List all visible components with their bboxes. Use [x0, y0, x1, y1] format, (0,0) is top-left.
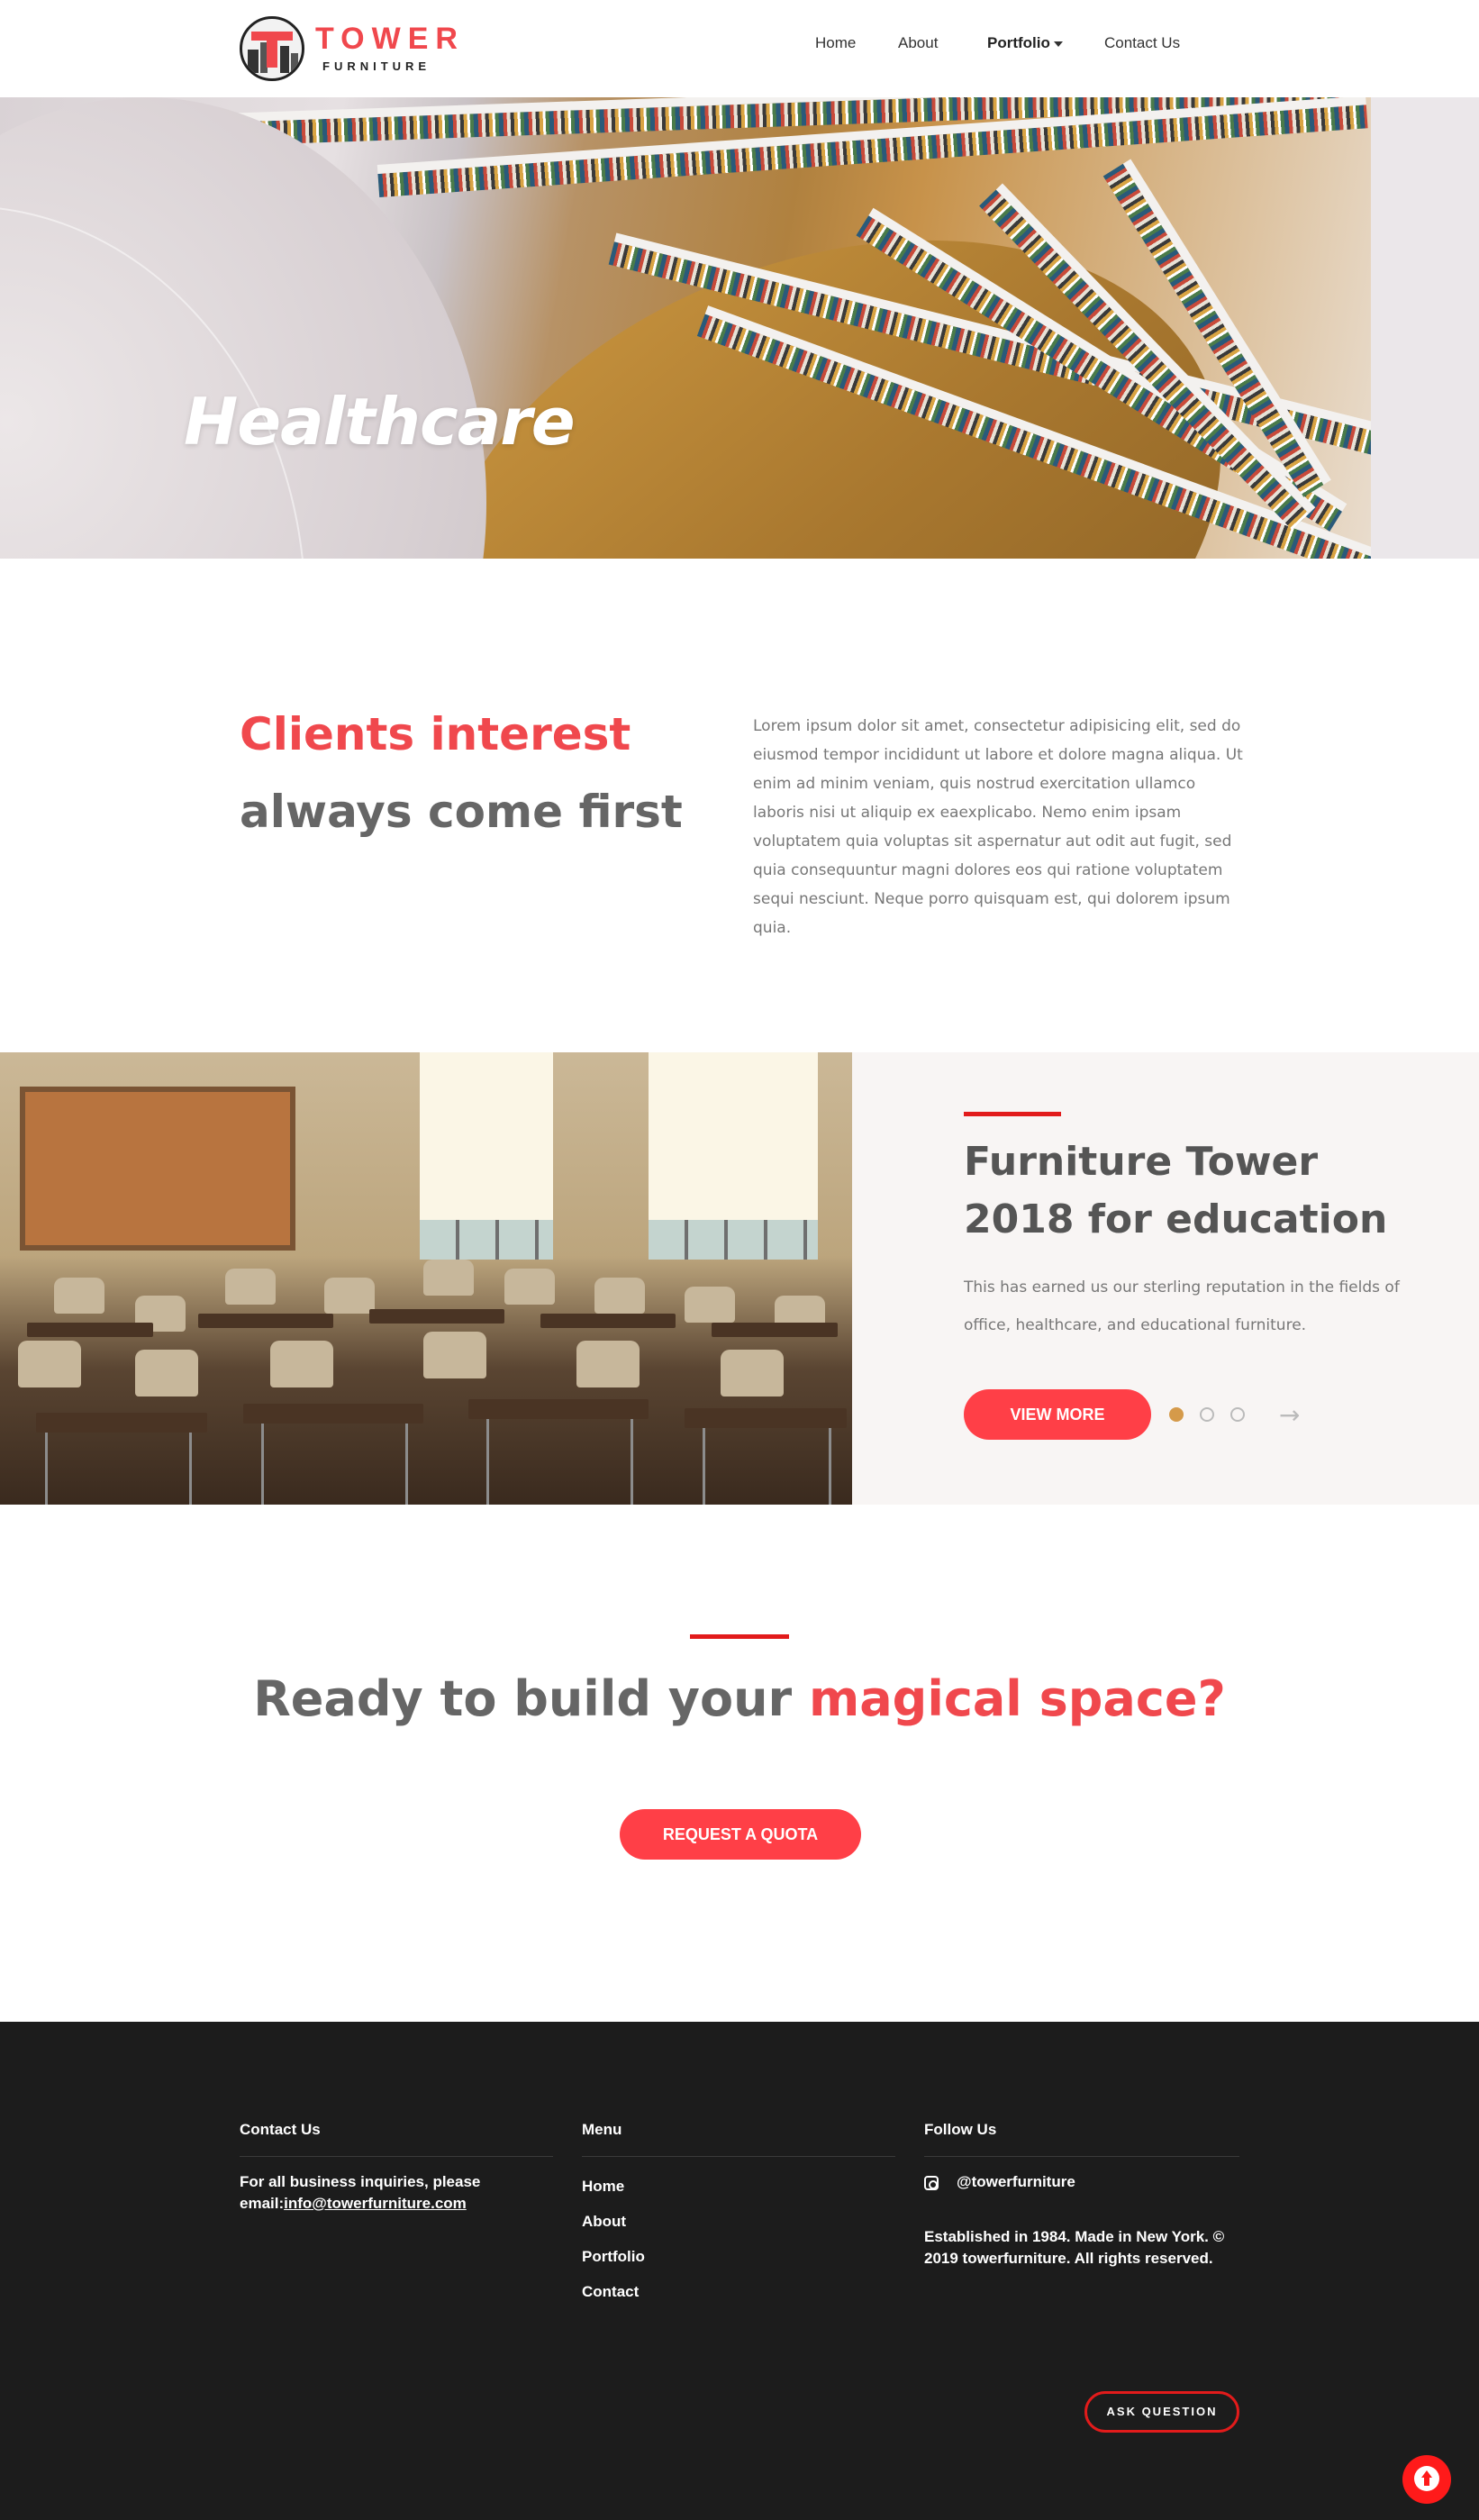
navbar: TOWER FURNITURE Home About Portfolio Con… — [0, 0, 1479, 97]
intro-paragraph: Lorem ipsum dolor sit amet, consectetur … — [753, 717, 1243, 937]
view-more-button[interactable]: VIEW MORE — [964, 1389, 1151, 1440]
hero-title: Healthcare — [184, 384, 576, 459]
footer-menu-contact[interactable]: Contact — [582, 2283, 639, 2301]
education-description: This has earned us our sterling reputati… — [964, 1278, 1400, 1334]
footer-divider — [924, 2156, 1239, 2157]
footer — [0, 2022, 1479, 2520]
bulletin-board — [20, 1087, 295, 1251]
ask-question-button[interactable]: ASK QUESTION — [1084, 2391, 1239, 2433]
cta-title: Ready to build your magical space? — [0, 1670, 1479, 1727]
footer-menu-home[interactable]: Home — [582, 2178, 624, 2196]
footer-legal: Established in 1984. Made in New York. ©… — [924, 2228, 1225, 2267]
intro-heading-accent: Clients interest — [240, 708, 631, 760]
footer-menu-about[interactable]: About — [582, 2213, 626, 2231]
instagram-icon[interactable] — [924, 2176, 939, 2190]
carousel-dot-2[interactable] — [1200, 1407, 1214, 1422]
arrow-right-icon[interactable]: → — [1279, 1400, 1306, 1430]
footer-divider — [240, 2156, 553, 2157]
education-title: Furniture Tower 2018 for education — [964, 1139, 1388, 1242]
footer-divider — [582, 2156, 895, 2157]
instagram-handle-link[interactable]: @towerfurniture — [957, 2171, 1075, 2193]
nav-contact[interactable]: Contact Us — [1104, 34, 1180, 56]
carousel-dot-3[interactable] — [1230, 1407, 1245, 1422]
footer-email-link[interactable]: info@towerfurniture.com — [284, 2195, 467, 2212]
arrow-up-icon — [1414, 2466, 1439, 2491]
classroom-image — [0, 1052, 852, 1505]
footer-menu-heading: Menu — [582, 2121, 622, 2138]
brand-logo[interactable]: TOWER FURNITURE — [240, 16, 474, 81]
logo-mark-icon — [240, 16, 304, 81]
nav-about[interactable]: About — [898, 34, 938, 56]
cta-title-accent: magical space? — [808, 1670, 1226, 1727]
nav-portfolio-label: Portfolio — [987, 34, 1050, 51]
hero-banner: Healthcare — [0, 97, 1479, 559]
nav-home[interactable]: Home — [815, 34, 856, 56]
hero-wall — [1371, 97, 1479, 559]
chevron-down-icon — [1053, 41, 1063, 47]
request-quote-button[interactable]: REQUEST A QUOTA — [620, 1809, 861, 1860]
logo-wordmark: TOWER — [315, 22, 465, 56]
window — [420, 1052, 553, 1260]
section-divider — [690, 1634, 789, 1639]
window — [649, 1052, 818, 1260]
footer-contact-text: For all business inquiries, please email… — [240, 2171, 564, 2215]
intro-heading: always come first — [240, 786, 683, 838]
footer-menu-portfolio[interactable]: Portfolio — [582, 2248, 645, 2266]
cta-title-plain: Ready to build your — [253, 1670, 809, 1727]
logo-subtitle: FURNITURE — [322, 59, 431, 73]
back-to-top-button[interactable] — [1402, 2455, 1451, 2504]
carousel-dot-1[interactable] — [1169, 1407, 1184, 1422]
footer-follow-heading: Follow Us — [924, 2121, 997, 2138]
nav-portfolio-dropdown[interactable]: Portfolio — [987, 34, 1063, 56]
footer-contact-heading: Contact Us — [240, 2121, 321, 2138]
section-divider — [964, 1112, 1061, 1116]
